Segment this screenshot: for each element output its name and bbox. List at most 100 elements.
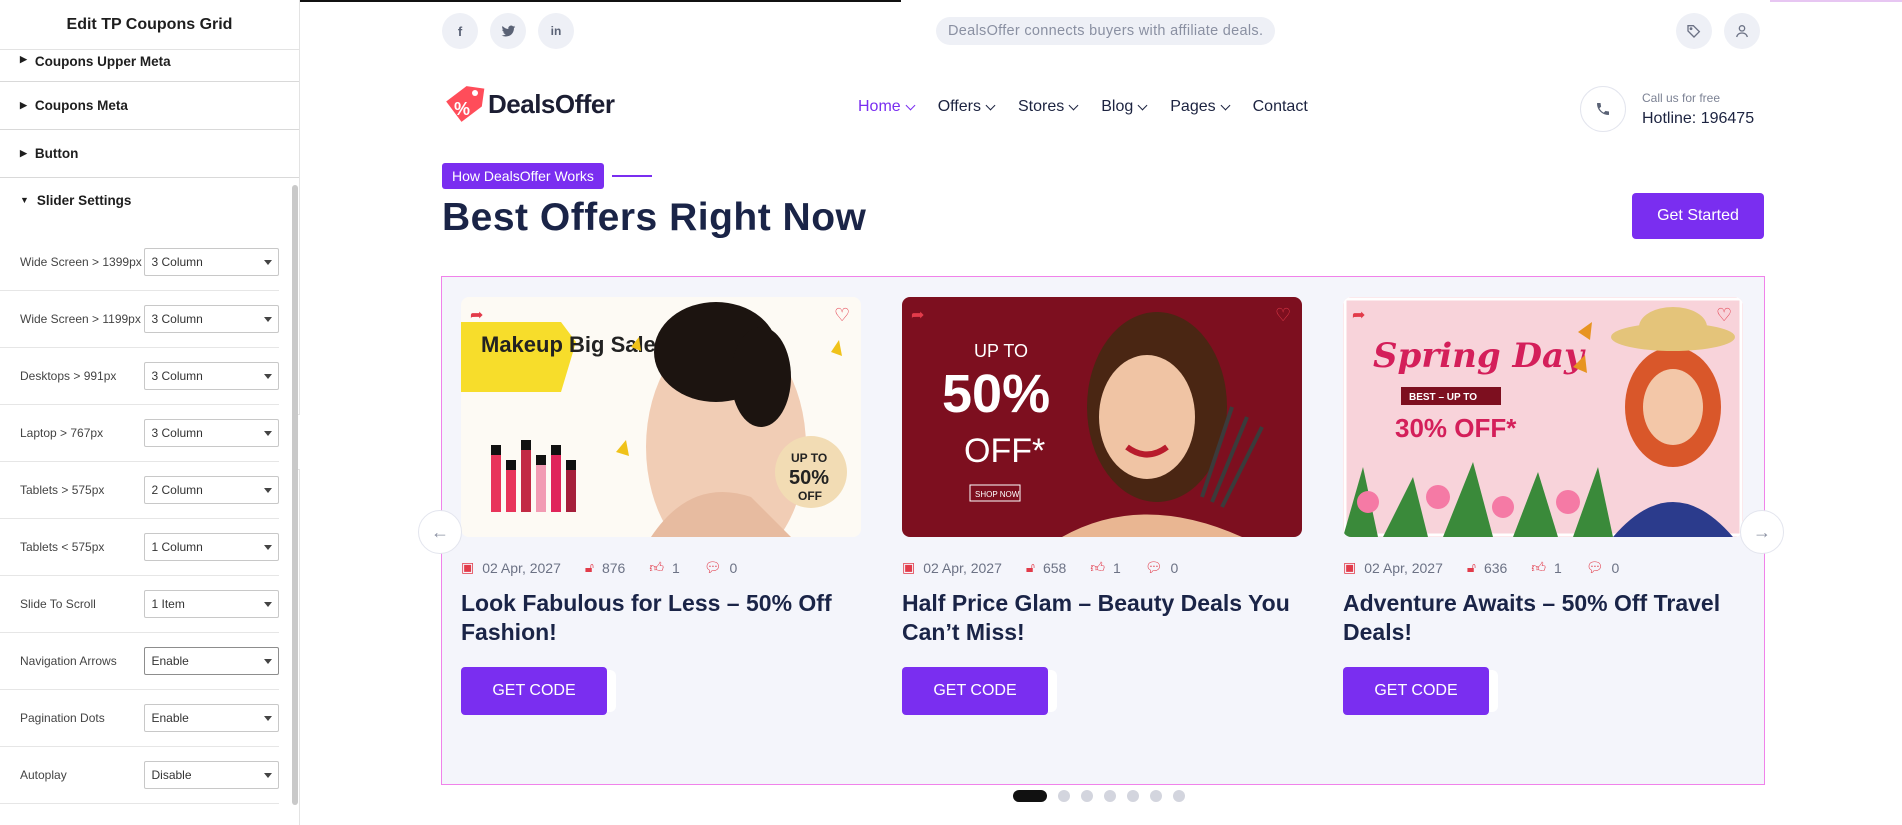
top-rule	[300, 0, 901, 2]
select-value: 3 Column	[151, 369, 203, 383]
select-slide-to-scroll[interactable]: 1 Item	[144, 590, 279, 618]
control-label: Desktops > 991px	[20, 369, 117, 383]
nav-pages[interactable]: Pages	[1170, 98, 1231, 116]
select-desktops[interactable]: 3 Column	[144, 362, 279, 390]
heart-icon[interactable]: ♡	[834, 305, 850, 326]
pagination-dot[interactable]	[1081, 790, 1093, 802]
select-tablets-lt[interactable]: 1 Column	[144, 533, 279, 561]
heart-icon[interactable]: ♡	[1275, 305, 1291, 326]
coupon-meta: ▣ 02 Apr, 2027 🔓︎ 636 👍︎ 1 💬︎ 0	[1343, 559, 1643, 576]
pagination-dot[interactable]	[1013, 790, 1047, 802]
tag-icon[interactable]	[1676, 13, 1712, 49]
select-laptop[interactable]: 3 Column	[144, 419, 279, 447]
panel-scrollbar[interactable]	[292, 185, 298, 805]
twitter-icon[interactable]	[490, 13, 526, 49]
select-value: Disable	[151, 768, 192, 782]
control-tablets-lt: Tablets < 575px 1 Column	[0, 519, 279, 576]
nav-label: Pages	[1170, 98, 1216, 115]
main-nav: Home Offers Stores Blog Pages Contact	[858, 98, 1308, 116]
thumbs-up-icon[interactable]: 👍︎	[1531, 559, 1546, 576]
nav-offers[interactable]: Offers	[938, 98, 996, 116]
get-started-button[interactable]: Get Started	[1632, 193, 1764, 239]
dropdown-arrow-icon	[264, 715, 272, 721]
section-coupons-upper-meta[interactable]: ▶ Coupons Upper Meta	[0, 50, 299, 82]
thumbs-up-icon[interactable]: 👍︎	[1090, 559, 1105, 576]
hotline-number[interactable]: Hotline: 196475	[1642, 110, 1754, 128]
nav-home[interactable]: Home	[858, 98, 916, 116]
linkedin-icon[interactable]: in	[538, 13, 574, 49]
facebook-icon[interactable]: f	[442, 13, 478, 49]
share-icon[interactable]: ➦	[470, 305, 483, 325]
image-small-text: SHOP NOW	[975, 490, 1020, 499]
header-tagline: DealsOffer connects buyers with affiliat…	[936, 17, 1276, 45]
get-code-button[interactable]: GET CODE	[1343, 667, 1489, 715]
select-wide-1399[interactable]: 3 Column	[144, 248, 279, 276]
share-icon[interactable]: ➦	[1352, 305, 1365, 325]
coupon-image[interactable]: UP TO 50% OFF* SHOP NOW	[902, 297, 1302, 537]
pagination-dot[interactable]	[1150, 790, 1162, 802]
section-slider-settings[interactable]: ▼ Slider Settings	[0, 178, 299, 222]
control-label: Tablets < 575px	[20, 540, 105, 554]
dropdown-arrow-icon	[264, 658, 272, 664]
unlock-icon: 🔓︎	[584, 559, 594, 575]
control-label: Slide To Scroll	[20, 597, 96, 611]
pagination-dot[interactable]	[1104, 790, 1116, 802]
nav-label: Home	[858, 98, 901, 115]
coupon-meta: ▣ 02 Apr, 2027 🔓︎ 658 👍︎ 1 💬︎ 0	[902, 559, 1202, 576]
control-navigation-arrows: Navigation Arrows Enable	[0, 633, 279, 690]
heart-icon[interactable]: ♡	[1716, 305, 1732, 326]
badge-bottom-text: OFF	[798, 489, 822, 503]
top-rule-accent	[1770, 0, 1902, 2]
coupon-image[interactable]: Spring Day BEST – UP TO 30% OFF*	[1343, 297, 1743, 537]
coupon-title[interactable]: Half Price Glam – Beauty Deals You Can’t…	[902, 589, 1302, 647]
control-tablets-gt: Tablets > 575px 2 Column	[0, 462, 279, 519]
caret-right-icon: ▶	[20, 54, 27, 64]
select-autoplay[interactable]: Disable	[144, 761, 279, 789]
coupon-title[interactable]: Look Fabulous for Less – 50% Off Fashion…	[461, 589, 861, 647]
select-navigation-arrows[interactable]: Enable	[144, 647, 279, 675]
section-button[interactable]: ▶ Button	[0, 130, 299, 178]
nav-stores[interactable]: Stores	[1017, 98, 1079, 116]
slider-pagination	[1013, 790, 1185, 802]
get-code-button[interactable]: GET CODE	[461, 667, 607, 715]
pagination-dot[interactable]	[1173, 790, 1185, 802]
site-logo[interactable]: % DealsOffer	[442, 82, 615, 126]
nav-label: Stores	[1017, 98, 1065, 115]
control-wide-1199: Wide Screen > 1199px 3 Column	[0, 291, 279, 348]
section-label: Button	[34, 146, 79, 161]
logo-text: DealsOffer	[488, 88, 615, 119]
coupon-card: Makeup Big Sale UP TO 50% OFF ➦ ♡ ▣ 02 Ap…	[442, 277, 862, 761]
coupon-date: 02 Apr, 2027	[1364, 559, 1443, 576]
nav-label: Blog	[1101, 98, 1134, 115]
get-code-button[interactable]: GET CODE	[902, 667, 1048, 715]
control-desktops: Desktops > 991px 3 Column	[0, 348, 279, 405]
user-icon[interactable]	[1724, 13, 1760, 49]
nav-contact[interactable]: Contact	[1253, 98, 1308, 116]
control-label: Navigation Arrows	[20, 654, 117, 668]
image-banner-text: Makeup Big Sale	[481, 332, 656, 357]
control-next-partial	[0, 804, 279, 825]
coupon-comments: 0	[1611, 559, 1620, 576]
slider-next-arrow[interactable]: →	[1740, 510, 1784, 554]
select-tablets-gt[interactable]: 2 Column	[144, 476, 279, 504]
nav-blog[interactable]: Blog	[1101, 98, 1148, 116]
control-label: Tablets > 575px	[20, 483, 105, 497]
image-ribbon-text: BEST – UP TO	[1409, 392, 1477, 403]
section-coupons-meta[interactable]: ▶ Coupons Meta	[0, 82, 299, 130]
phone-icon[interactable]	[1580, 86, 1626, 132]
select-value: 1 Item	[151, 597, 185, 611]
slider-prev-arrow[interactable]: ←	[418, 510, 462, 554]
chevron-down-icon	[905, 100, 916, 110]
select-pagination-dots[interactable]: Enable	[144, 704, 279, 732]
control-label: Pagination Dots	[20, 711, 105, 725]
control-pagination-dots: Pagination Dots Enable	[0, 690, 279, 747]
share-icon[interactable]: ➦	[911, 305, 924, 325]
coupon-comments: 0	[1170, 559, 1179, 576]
select-wide-1199[interactable]: 3 Column	[144, 305, 279, 333]
select-value: 2 Column	[151, 483, 203, 497]
thumbs-up-icon[interactable]: 👍︎	[649, 559, 664, 576]
pagination-dot[interactable]	[1058, 790, 1070, 802]
coupon-title[interactable]: Adventure Awaits – 50% Off Travel Deals!	[1343, 589, 1743, 647]
pagination-dot[interactable]	[1127, 790, 1139, 802]
coupon-image[interactable]: Makeup Big Sale UP TO 50% OFF	[461, 297, 861, 537]
